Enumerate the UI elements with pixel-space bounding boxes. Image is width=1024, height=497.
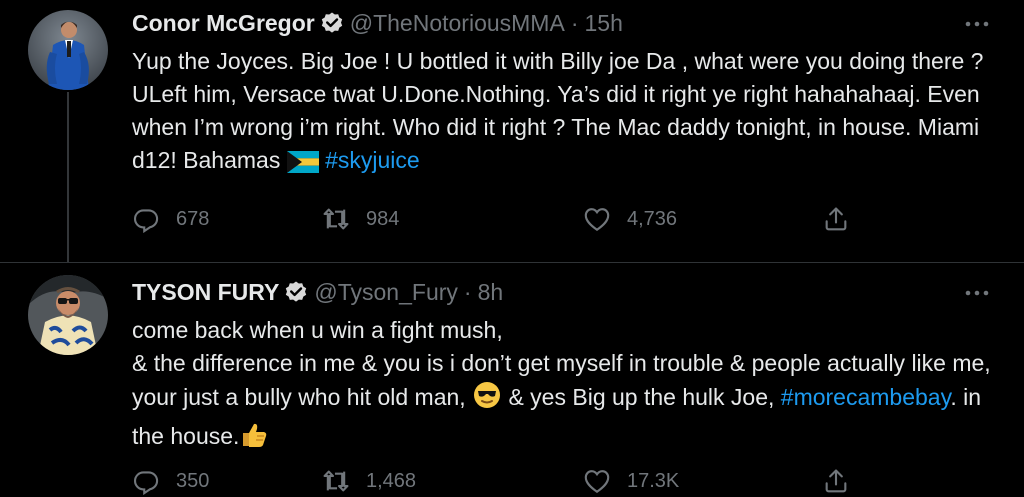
action-bar: 350 1,468 17.3K <box>132 467 852 497</box>
retweet-button[interactable]: 984 <box>322 205 399 233</box>
more-icon[interactable] <box>962 14 992 34</box>
reply-button[interactable]: 678 <box>132 205 209 233</box>
tweet-conor-mcgregor[interactable]: Conor McGregor @TheNotoriousMMA · 15h Yu… <box>0 0 1024 262</box>
reply-button[interactable]: 350 <box>132 467 209 495</box>
tyson-avatar-image <box>28 275 108 355</box>
reply-count: 350 <box>176 469 210 492</box>
like-button[interactable]: 17.3K <box>583 467 679 495</box>
share-button[interactable] <box>822 467 866 495</box>
retweet-icon <box>323 470 349 492</box>
retweet-button[interactable]: 1,468 <box>322 467 416 495</box>
action-bar: 678 984 4,736 <box>132 205 852 235</box>
sunglasses-face-icon <box>472 380 502 419</box>
share-button[interactable] <box>822 205 866 233</box>
author-name[interactable]: Conor McGregor <box>132 10 315 37</box>
hashtag-link[interactable]: #morecambebay <box>781 384 951 410</box>
retweet-count: 984 <box>366 207 400 230</box>
reply-count: 678 <box>176 207 210 230</box>
header-separator: · <box>570 9 579 36</box>
retweet-icon <box>323 208 349 230</box>
tweet-line-1: come back when u win a fight mush, <box>132 317 503 343</box>
tweet-text: Yup the Joyces. Big Joe ! U bottled it w… <box>132 45 1002 182</box>
share-icon <box>825 469 847 493</box>
tweet-header: TYSON FURY @Tyson_Fury · 8h <box>132 277 503 307</box>
verified-badge-icon <box>286 281 307 302</box>
like-icon <box>584 470 610 494</box>
tweet-header: Conor McGregor @TheNotoriousMMA · 15h <box>132 8 623 38</box>
like-count: 4,736 <box>627 207 678 230</box>
author-name[interactable]: TYSON FURY <box>132 279 279 306</box>
bahamas-flag-icon <box>286 149 319 182</box>
tweet-body: Yup the Joyces. Big Joe ! U bottled it w… <box>132 48 984 173</box>
like-icon <box>584 208 610 232</box>
header-separator: · <box>463 278 472 305</box>
tweet-line-2-middle: & yes Big up the hulk Joe, <box>502 384 781 410</box>
verified-badge-icon <box>321 12 342 33</box>
reply-icon <box>133 209 159 233</box>
conor-avatar-image <box>28 10 108 90</box>
tweet-time[interactable]: 8h <box>478 279 504 306</box>
author-handle[interactable]: @TheNotoriousMMA <box>350 10 565 37</box>
thumbs-up-icon <box>239 419 269 458</box>
author-handle[interactable]: @Tyson_Fury <box>314 279 458 306</box>
retweet-count: 1,468 <box>366 469 417 492</box>
tweet-tyson-fury[interactable]: TYSON FURY @Tyson_Fury · 8h come back wh… <box>0 262 1024 495</box>
share-icon <box>825 207 847 231</box>
tweet-time[interactable]: 15h <box>584 10 622 37</box>
avatar[interactable] <box>28 10 108 90</box>
more-icon[interactable] <box>962 283 992 303</box>
hashtag-link[interactable]: #skyjuice <box>325 147 420 173</box>
reply-icon <box>133 471 159 495</box>
tweet-text: come back when u win a fight mush, & the … <box>132 314 1002 458</box>
like-count: 17.3K <box>627 469 680 492</box>
like-button[interactable]: 4,736 <box>583 205 677 233</box>
avatar[interactable] <box>28 275 108 355</box>
